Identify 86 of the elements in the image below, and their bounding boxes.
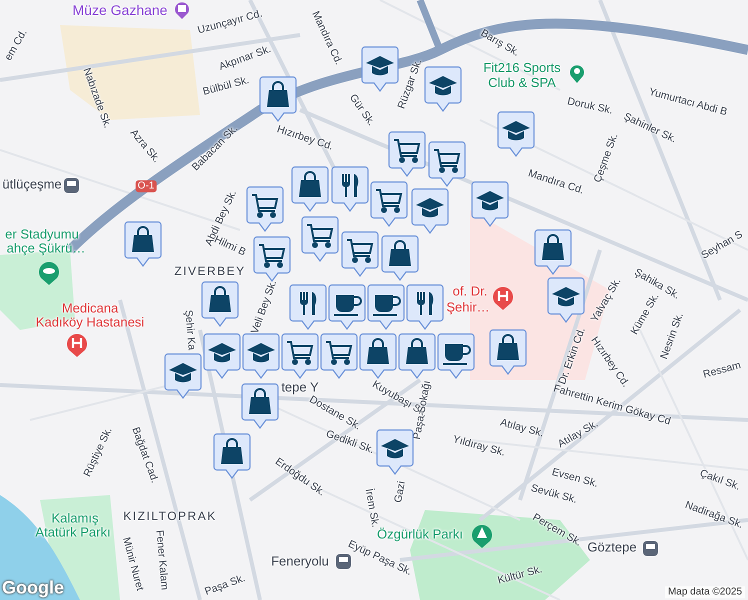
hospital-label: Şehir… — [446, 300, 490, 316]
shopping-cart-marker[interactable] — [388, 131, 426, 177]
place-label: Fit216 Sports Club & SPA — [482, 61, 562, 91]
street-label: Veli Bey Sk. — [248, 278, 280, 336]
graduation-cap-marker[interactable] — [376, 429, 414, 475]
street-label: Paşa Sk. — [203, 572, 247, 598]
graduation-cap-marker[interactable] — [164, 353, 202, 399]
shopping-bag-marker[interactable] — [291, 166, 329, 212]
coffee-cup-marker[interactable] — [328, 284, 366, 330]
district-label: KIZILTOPRAK — [123, 510, 217, 524]
shopping-bag-marker[interactable] — [489, 329, 527, 375]
street-label: Kültür Sk. — [496, 563, 544, 587]
hospital-pin-icon — [66, 333, 88, 357]
street-label: Gedikli Sk. — [324, 428, 376, 456]
shopping-bag-marker[interactable] — [241, 383, 279, 429]
hospital-pin-icon — [492, 286, 514, 310]
road-shield: O-1 — [136, 180, 156, 192]
shopping-bag-marker[interactable] — [201, 281, 239, 327]
graduation-cap-marker[interactable] — [547, 277, 585, 323]
shopping-bag-marker[interactable] — [359, 333, 397, 379]
street-label: Çakıl Sk. — [698, 467, 742, 493]
shopping-cart-marker[interactable] — [428, 141, 466, 187]
shopping-cart-marker[interactable] — [246, 186, 284, 232]
graduation-cap-marker[interactable] — [424, 66, 462, 112]
street-label: Çeşme Sk. — [592, 132, 620, 184]
station-label: ütlüçeşme — [2, 178, 62, 192]
hospital-label: of. Dr. — [452, 284, 488, 300]
park-label: Özgürlük Parkı — [377, 528, 463, 542]
fork-knife-marker[interactable] — [406, 284, 444, 330]
station-label: Feneryolu — [271, 554, 329, 570]
street-label: Doruk Sk. — [566, 95, 614, 117]
graduation-cap-marker[interactable] — [203, 333, 241, 379]
park-label: Kalamış — [52, 512, 98, 526]
shopping-bag-marker[interactable] — [259, 76, 297, 122]
street-label: Ressam — [702, 359, 742, 381]
street-label: Dr. Erkin Cd. — [556, 326, 588, 386]
shopping-cart-marker[interactable] — [320, 333, 358, 379]
street-label: Gazi — [392, 480, 408, 504]
location-pin-icon — [569, 63, 585, 83]
train-icon — [64, 178, 79, 193]
district-label: ZIVERBEY — [174, 265, 246, 279]
tree-pin-icon — [471, 524, 493, 548]
map-logo: Google — [2, 578, 64, 598]
shopping-cart-marker[interactable] — [281, 333, 319, 379]
park-label: Atatürk Parkı — [35, 526, 111, 540]
coffee-cup-marker[interactable] — [367, 284, 405, 330]
map-attribution[interactable]: Map data ©2025 — [664, 586, 746, 598]
fork-knife-marker[interactable] — [331, 166, 369, 212]
shopping-cart-marker[interactable] — [370, 181, 408, 227]
park-label: ahçe Şükrü… — [6, 242, 86, 256]
graduation-cap-marker[interactable] — [411, 188, 449, 234]
street-label: Akpınar Sk. — [217, 43, 273, 73]
shopping-cart-marker[interactable] — [341, 231, 379, 277]
fork-knife-marker[interactable] — [289, 284, 327, 330]
shopping-bag-marker[interactable] — [213, 433, 251, 479]
street-label: Nesrin Sk. — [658, 311, 686, 361]
museum-pin-icon — [174, 1, 190, 19]
graduation-cap-marker[interactable] — [361, 46, 399, 92]
shopping-bag-marker[interactable] — [398, 333, 436, 379]
hospital-label: Medicana — [62, 302, 118, 316]
graduation-cap-marker[interactable] — [242, 333, 280, 379]
shopping-bag-marker[interactable] — [534, 229, 572, 275]
station-label: Göztepe — [587, 540, 637, 556]
street-label: Rüzgar Sk. — [395, 58, 425, 110]
street-label: İrem Sk. — [362, 488, 382, 528]
stadium-pin-icon — [38, 261, 60, 285]
train-icon — [643, 541, 658, 556]
street-label: Gür Sk. — [346, 92, 378, 128]
park-label: er Stadyumu — [5, 228, 79, 242]
street-label: Şehir Ka — [182, 309, 198, 351]
shopping-bag-marker[interactable] — [381, 235, 419, 281]
hospital-label: Kadıköy Hastanesi — [36, 316, 144, 330]
shopping-cart-marker[interactable] — [301, 216, 339, 262]
graduation-cap-marker[interactable] — [497, 111, 535, 157]
shopping-bag-marker[interactable] — [124, 221, 162, 267]
coffee-cup-marker[interactable] — [437, 333, 475, 379]
street-label: Fener Kalam — [153, 530, 171, 590]
street-label: em Cd. — [2, 27, 30, 63]
place-label: Müze Gazhane — [72, 2, 168, 18]
graduation-cap-marker[interactable] — [471, 181, 509, 227]
street-label: Bağdat Cad. — [129, 426, 161, 484]
street-label: Bülbül Sk. — [202, 74, 250, 98]
station-label: tepe Y — [281, 380, 319, 396]
street-label: Uzunçayır Cd. — [196, 8, 264, 36]
shopping-cart-marker[interactable] — [253, 236, 291, 282]
street-label: Münir Nuret — [120, 536, 146, 592]
